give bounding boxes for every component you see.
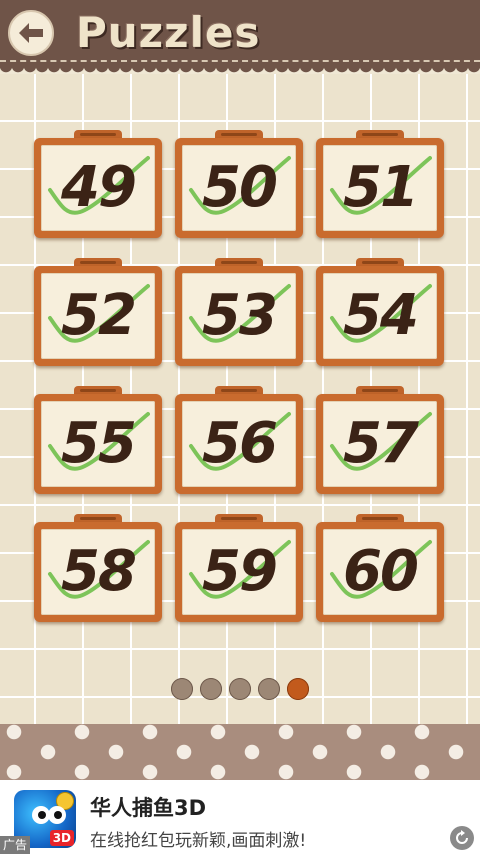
level-grid: 49 50 51 52 53 54 55 56 57 58 59 60 xyxy=(0,74,480,724)
level-card[interactable]: 58 xyxy=(34,514,162,622)
level-number: 54 xyxy=(343,283,419,348)
card-frame: 53 xyxy=(175,266,303,366)
card-frame: 56 xyxy=(175,394,303,494)
card-frame: 55 xyxy=(34,394,162,494)
level-card[interactable]: 51 xyxy=(316,130,444,238)
level-number: 51 xyxy=(343,155,419,220)
level-card[interactable]: 54 xyxy=(316,258,444,366)
level-card[interactable]: 50 xyxy=(175,130,303,238)
level-number: 58 xyxy=(61,539,137,604)
page-dot[interactable] xyxy=(258,678,280,700)
level-card[interactable]: 56 xyxy=(175,386,303,494)
card-frame: 54 xyxy=(316,266,444,366)
back-arrow-icon xyxy=(19,23,43,43)
ad-title[interactable]: 华人捕鱼3D xyxy=(90,792,206,822)
card-frame: 52 xyxy=(34,266,162,366)
ad-subtitle[interactable]: 在线抢红包玩新颖,画面刺激! xyxy=(90,826,306,851)
header-bar: Puzzles xyxy=(0,0,480,66)
level-number: 57 xyxy=(343,411,419,476)
page-dot[interactable] xyxy=(229,678,251,700)
ad-label: 广告 xyxy=(0,836,31,854)
level-card[interactable]: 59 xyxy=(175,514,303,622)
coin-icon xyxy=(56,792,74,810)
level-card[interactable]: 52 xyxy=(34,258,162,366)
level-number: 59 xyxy=(202,539,278,604)
card-frame: 59 xyxy=(175,522,303,622)
page-dot[interactable] xyxy=(171,678,193,700)
page-dot-active[interactable] xyxy=(287,678,309,700)
decorative-footer xyxy=(0,724,480,780)
level-number: 52 xyxy=(61,283,137,348)
ad-banner[interactable]: 3D 华人捕鱼3D 在线抢红包玩新颖,画面刺激! 广告 xyxy=(0,780,480,854)
level-card[interactable]: 57 xyxy=(316,386,444,494)
level-number: 60 xyxy=(343,539,419,604)
level-number: 55 xyxy=(61,411,137,476)
header-stitch-divider xyxy=(0,60,480,62)
card-frame: 51 xyxy=(316,138,444,238)
back-button[interactable] xyxy=(8,10,54,56)
level-number: 50 xyxy=(202,155,278,220)
header-scallop-edge xyxy=(0,66,480,74)
card-frame: 57 xyxy=(316,394,444,494)
card-frame: 58 xyxy=(34,522,162,622)
refresh-icon xyxy=(456,830,468,844)
level-card[interactable]: 53 xyxy=(175,258,303,366)
level-card[interactable]: 60 xyxy=(316,514,444,622)
level-number: 49 xyxy=(61,155,137,220)
page-indicator xyxy=(0,678,480,702)
card-frame: 60 xyxy=(316,522,444,622)
page-dot[interactable] xyxy=(200,678,222,700)
level-card[interactable]: 55 xyxy=(34,386,162,494)
card-frame: 50 xyxy=(175,138,303,238)
refresh-button[interactable] xyxy=(450,826,474,850)
fish-pupils xyxy=(38,811,46,819)
level-number: 53 xyxy=(202,283,278,348)
page-title: Puzzles xyxy=(76,8,261,57)
card-frame: 49 xyxy=(34,138,162,238)
ad-icon-badge: 3D xyxy=(49,830,74,846)
level-card[interactable]: 49 xyxy=(34,130,162,238)
level-number: 56 xyxy=(202,411,278,476)
